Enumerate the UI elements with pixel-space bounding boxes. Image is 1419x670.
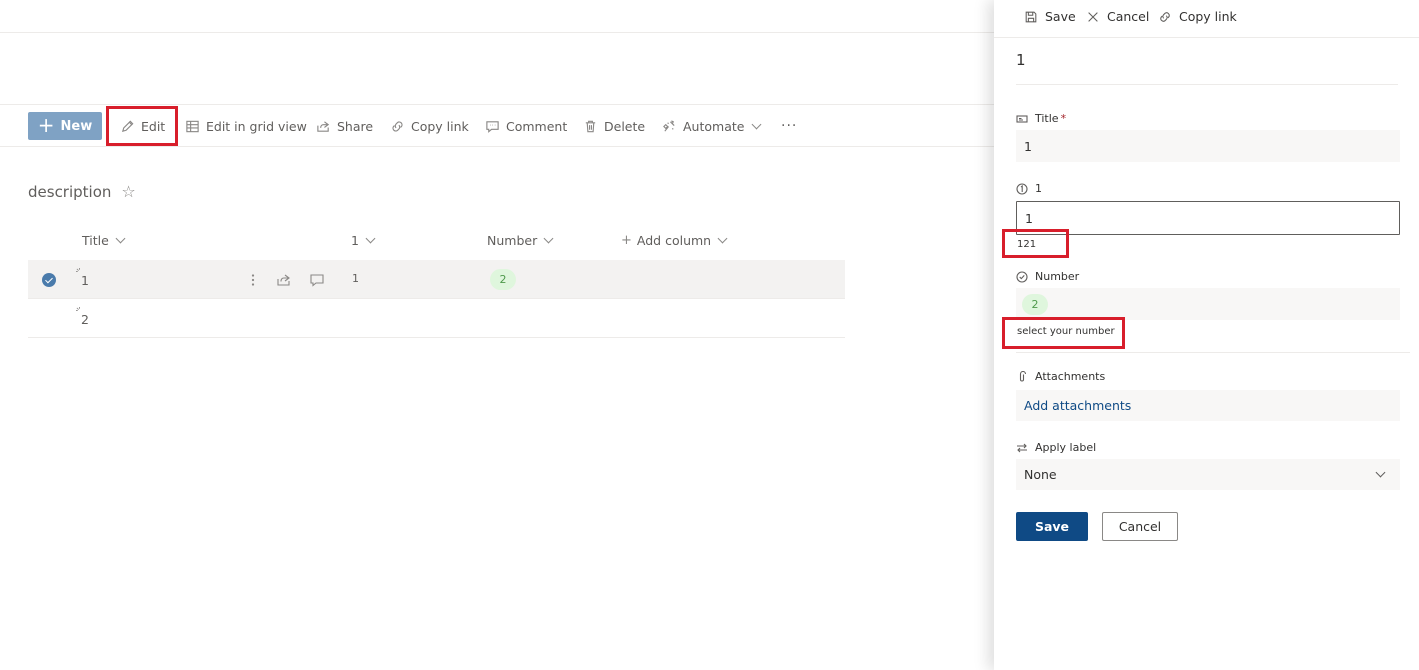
star-icon[interactable]: ☆ [121,182,135,201]
field-label-attachments-text: Attachments [1035,370,1106,383]
title-field[interactable]: 1 [1016,130,1400,162]
row-number-badge: 2 [490,269,516,290]
automate-icon [663,119,675,132]
share-icon[interactable] [276,272,292,288]
field-label-number-text: Number [1035,270,1080,283]
plus-icon: + [37,113,55,137]
chevron-down-icon [365,233,376,244]
add-attachments-link[interactable]: Add attachments [1024,398,1131,413]
panel-item-title: 1 [1016,51,1026,69]
highlight-number-description [1002,317,1125,349]
automate-button[interactable]: Automate [662,113,762,139]
comment-button-label: Comment [506,118,568,134]
number-choice-badge: 2 [1022,293,1048,315]
panel-cancel-toolbar-label: Cancel [1107,9,1150,24]
new-button-label: New [60,118,93,134]
column-header-title[interactable]: Title [82,233,126,248]
column-header-number[interactable]: Number [487,233,554,248]
apply-label-value: None [1024,467,1057,482]
chevron-down-icon [543,233,554,244]
delete-button[interactable]: Delete [583,113,645,139]
panel-save-toolbar-label: Save [1045,9,1076,24]
field-label-attachments: Attachments [1016,370,1105,383]
attachments-field: Add attachments [1016,390,1400,421]
new-button[interactable]: + New [28,112,102,140]
save-icon [1025,11,1037,22]
suite-bar [0,0,994,33]
field-1-value: 1 [1025,210,1033,226]
field-label-number: Number [1016,270,1079,283]
field-label-apply-label-text: Apply label [1035,441,1097,454]
choice-field-icon [1016,270,1028,283]
divider [1016,84,1398,85]
automate-button-label: Automate [683,118,745,134]
site-header [0,33,994,105]
divider [994,37,1419,38]
comment-icon [486,120,499,133]
share-button-label: Share [337,118,374,134]
row-title[interactable]: 2 [81,312,89,327]
link-icon [1160,11,1170,22]
list-title-row: description ☆ [28,182,136,201]
field-label-1-text: 1 [1035,182,1042,195]
number-field-icon [1016,182,1028,195]
edit-grid-view-button[interactable]: Edit in grid view [185,113,307,139]
cancel-button[interactable]: Cancel [1102,512,1178,541]
edit-item-panel: Save Cancel Copy link 1 Title * 1 1 1 121… [994,0,1419,670]
number-field[interactable]: 2 [1016,288,1400,320]
copy-link-button[interactable]: Copy link [390,113,469,139]
row-title[interactable]: 1 [81,273,89,288]
delete-button-label: Delete [604,118,646,134]
column-header-1-label: 1 [351,233,359,248]
save-button[interactable]: Save [1016,512,1088,541]
field-1-input[interactable]: 1 [1016,201,1400,235]
add-column-button[interactable]: + Add column [621,233,728,248]
more-vertical-icon[interactable] [245,272,261,288]
panel-copy-link-label: Copy link [1179,9,1237,24]
field-label-1: 1 [1016,182,1042,195]
link-icon [392,120,403,132]
list-title: description [28,182,112,201]
row-selected-check-icon[interactable] [42,273,56,287]
paperclip-icon [1019,370,1027,381]
panel-save-toolbar-button[interactable]: Save [1024,9,1076,24]
column-header-number-label: Number [487,233,538,248]
field-label-apply-label: Apply label [1016,441,1096,454]
divider [1016,352,1410,353]
row-col1-value: 1 [352,272,359,285]
copy-link-label: Copy link [411,118,469,134]
share-icon [317,120,330,132]
more-options-button[interactable]: ··· [781,113,797,139]
chevron-down-icon [1375,467,1386,478]
required-mark: * [1060,112,1067,125]
more-options-label: ··· [781,118,798,134]
title-field-value: 1 [1024,138,1032,154]
text-field-icon [1016,114,1028,123]
chevron-down-icon [115,233,126,244]
swap-icon [1017,443,1027,452]
column-header-title-label: Title [82,233,109,248]
share-button[interactable]: Share [316,113,373,139]
comment-button[interactable]: Comment [485,113,567,139]
close-icon [1088,11,1098,22]
comment-icon[interactable] [309,272,325,288]
panel-cancel-toolbar-button[interactable]: Cancel [1086,9,1149,24]
grid-icon [186,120,199,132]
table-row[interactable]: 2 [28,299,845,338]
plus-icon: + [621,233,632,248]
chevron-down-icon [752,119,762,129]
column-header-1[interactable]: 1 [351,233,376,248]
panel-copy-link-button[interactable]: Copy link [1158,9,1237,24]
add-column-label: Add column [636,233,712,248]
edit-grid-view-label: Edit in grid view [206,118,307,134]
chevron-down-icon [717,233,728,244]
table-row[interactable]: 1 1 2 [28,260,845,299]
trash-icon [585,120,596,132]
apply-label-select[interactable]: None [1016,459,1400,490]
field-label-title-text: Title [1035,112,1059,125]
highlight-field-1-description [1002,229,1069,258]
highlight-edit-button [106,106,178,146]
field-label-title: Title * [1016,112,1066,125]
